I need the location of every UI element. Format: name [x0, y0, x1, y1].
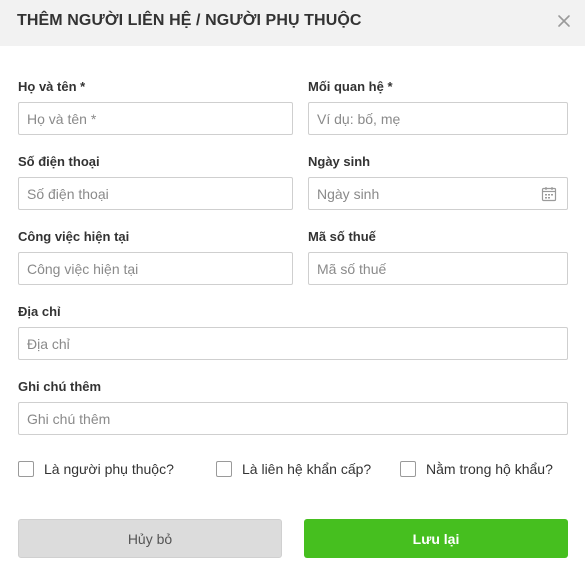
cancel-button[interactable]: Hủy bỏ [18, 519, 282, 558]
job-input[interactable] [18, 252, 293, 285]
address-input[interactable] [18, 327, 568, 360]
calendar-icon[interactable] [541, 186, 557, 202]
close-icon[interactable] [555, 12, 573, 30]
tax-code-label: Mã số thuế [308, 229, 376, 244]
birthday-label: Ngày sinh [308, 154, 371, 169]
household-checkbox[interactable] [400, 461, 416, 477]
emergency-checkbox[interactable] [216, 461, 232, 477]
relationship-input[interactable] [308, 102, 568, 135]
full-name-label: Họ và tên * [18, 79, 86, 94]
emergency-label[interactable]: Là liên hệ khẩn cấp? [242, 461, 371, 478]
job-label: Công việc hiện tại [18, 229, 130, 244]
phone-input[interactable] [18, 177, 293, 210]
full-name-input[interactable] [18, 102, 293, 135]
dependent-label[interactable]: Là người phụ thuộc? [44, 461, 174, 478]
note-input[interactable] [18, 402, 568, 435]
dialog-title: THÊM NGƯỜI LIÊN HỆ / NGƯỜI PHỤ THUỘC [17, 12, 362, 29]
phone-label: Số điện thoại [18, 154, 100, 169]
household-label[interactable]: Nằm trong hộ khẩu? [426, 461, 553, 478]
address-label: Địa chỉ [18, 304, 61, 319]
birthday-input[interactable] [308, 177, 568, 210]
dependent-checkbox[interactable] [18, 461, 34, 477]
save-button[interactable]: Lưu lại [304, 519, 568, 558]
note-label: Ghi chú thêm [18, 379, 102, 394]
dialog-header: THÊM NGƯỜI LIÊN HỆ / NGƯỜI PHỤ THUỘC [0, 0, 585, 46]
relationship-label: Mối quan hệ * [308, 79, 393, 94]
tax-code-input[interactable] [308, 252, 568, 285]
